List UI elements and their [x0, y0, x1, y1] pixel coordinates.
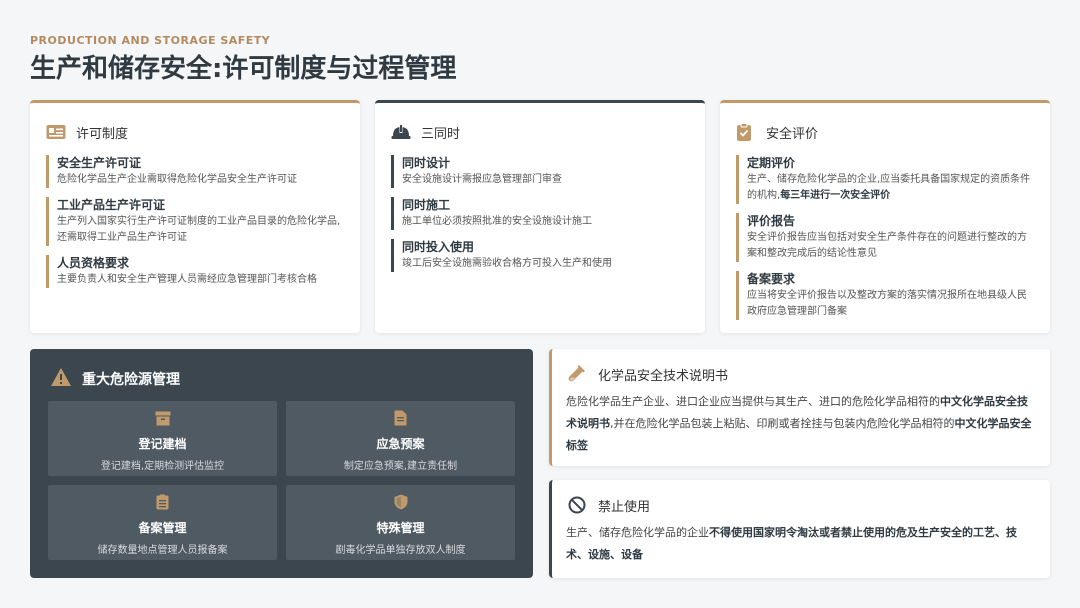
list-item: 定期评价 生产、储存危险化学品的企业,应当委托具备国家规定的资质条件的机构,每三…: [736, 155, 1034, 204]
hazard-panel: 重大危险源管理 登记建档 登记建档,定期检测评估监控 应急预案 制定应急预案,建…: [30, 349, 533, 578]
warning-icon: [50, 367, 72, 391]
cell-desc: 储存数量地点管理人员报备案: [97, 545, 228, 556]
msds-text: 危险化学品生产企业、进口企业应当提供与其生产、进口的危险化学品相符的: [566, 395, 940, 408]
item-title: 同时施工: [402, 198, 451, 212]
ban-icon: [568, 496, 588, 514]
document-icon: [394, 409, 407, 427]
subtitle: PRODUCTION AND STORAGE SAFETY: [30, 34, 271, 47]
msds-title: 化学品安全技术说明书: [598, 368, 729, 384]
id-card-icon: [46, 123, 66, 141]
cell-title: 特殊管理: [376, 521, 425, 535]
test-tube-icon: [568, 365, 588, 383]
item-title: 人员资格要求: [57, 256, 130, 270]
list-item: 同时设计 安全设施设计需报应急管理部门审查: [391, 155, 689, 188]
hazard-cell: 特殊管理 剧毒化学品单独存放双人制度: [286, 485, 515, 560]
item-desc: 生产、储存危险化学品的企业,应当委托具备国家规定的资质条件的机构,每三年进行一次…: [747, 172, 1034, 204]
archive-box-icon: [155, 409, 171, 427]
item-desc: 生产列入国家实行生产许可证制度的工业产品目录的危险化学品,还需取得工业产品生产许…: [57, 216, 341, 243]
item-desc: 竣工后安全设施需验收合格方可投入生产和使用: [402, 258, 612, 269]
three-card: 三同时 同时设计 安全设施设计需报应急管理部门审查 同时施工 施工单位必须按照批…: [375, 100, 705, 333]
three-title: 三同时: [421, 126, 461, 142]
shield-icon: [394, 493, 408, 511]
clipboard-check-icon: [736, 123, 756, 141]
cell-desc: 剧毒化学品单独存放双人制度: [335, 545, 466, 556]
item-desc: 安全设施设计需报应急管理部门审查: [402, 174, 562, 185]
page-title: 生产和储存安全:许可制度与过程管理: [30, 54, 457, 84]
item-title: 工业产品生产许可证: [57, 198, 166, 212]
msds-card: 化学品安全技术说明书 危险化学品生产企业、进口企业应当提供与其生产、进口的危险化…: [549, 349, 1050, 466]
cell-title: 登记建档: [138, 437, 187, 451]
file-list-icon: [156, 493, 169, 511]
item-title: 评价报告: [747, 214, 796, 228]
license-title: 许可制度: [76, 126, 129, 142]
item-desc: 主要负责人和安全生产管理人员需经应急管理部门考核合格: [57, 274, 317, 285]
hazard-cell: 登记建档 登记建档,定期检测评估监控: [48, 401, 277, 476]
hazard-cell: 应急预案 制定应急预案,建立责任制: [286, 401, 515, 476]
evaluation-title: 安全评价: [766, 126, 819, 142]
hazard-title: 重大危险源管理: [82, 372, 180, 388]
item-desc-bold: 每三年进行一次安全评价: [780, 190, 891, 201]
cell-title: 备案管理: [138, 521, 187, 535]
list-item: 备案要求 应当将安全评价报告以及整改方案的落实情况报所在地县级人民政府应急管理部…: [736, 271, 1034, 320]
item-title: 同时投入使用: [402, 240, 475, 254]
ban-body: 生产、储存危险化学品的企业不得使用国家明令淘汰或者禁止使用的危及生产安全的工艺、…: [552, 516, 1050, 566]
evaluation-card: 安全评价 定期评价 生产、储存危险化学品的企业,应当委托具备国家规定的资质条件的…: [720, 100, 1050, 333]
list-item: 评价报告 安全评价报告应当包括对安全生产条件存在的问题进行整改的方案和整改完成后…: [736, 213, 1034, 262]
list-item: 安全生产许可证 危险化学品生产企业需取得危险化学品安全生产许可证: [46, 155, 344, 188]
cell-desc: 登记建档,定期检测评估监控: [100, 461, 225, 472]
hard-hat-icon: [391, 123, 411, 141]
license-card: 许可制度 安全生产许可证 危险化学品生产企业需取得危险化学品安全生产许可证 工业…: [30, 100, 360, 333]
item-title: 定期评价: [747, 156, 796, 170]
ban-text: 生产、储存危险化学品的企业: [566, 526, 709, 539]
item-desc: 施工单位必须按照批准的安全设施设计施工: [402, 216, 592, 227]
item-desc: 安全评价报告应当包括对安全生产条件存在的问题进行整改的方案和整改完成后的结论性意…: [747, 232, 1027, 259]
list-item: 同时施工 施工单位必须按照批准的安全设施设计施工: [391, 197, 689, 230]
msds-body: 危险化学品生产企业、进口企业应当提供与其生产、进口的危险化学品相符的中文化学品安…: [552, 385, 1050, 457]
ban-title: 禁止使用: [598, 499, 651, 515]
item-title: 同时设计: [402, 156, 451, 170]
list-item: 同时投入使用 竣工后安全设施需验收合格方可投入生产和使用: [391, 239, 689, 272]
item-desc: 危险化学品生产企业需取得危险化学品安全生产许可证: [57, 174, 297, 185]
cell-title: 应急预案: [376, 437, 425, 451]
list-item: 工业产品生产许可证 生产列入国家实行生产许可证制度的工业产品目录的危险化学品,还…: [46, 197, 344, 246]
ban-card: 禁止使用 生产、储存危险化学品的企业不得使用国家明令淘汰或者禁止使用的危及生产安…: [549, 480, 1050, 578]
item-desc: 应当将安全评价报告以及整改方案的落实情况报所在地县级人民政府应急管理部门备案: [747, 290, 1027, 317]
hazard-cell: 备案管理 储存数量地点管理人员报备案: [48, 485, 277, 560]
msds-text: ,并在危险化学品包装上粘贴、印刷或者拴挂与包装内危险化学品相符的: [610, 417, 955, 430]
item-title: 安全生产许可证: [57, 156, 142, 170]
list-item: 人员资格要求 主要负责人和安全生产管理人员需经应急管理部门考核合格: [46, 255, 344, 288]
item-title: 备案要求: [747, 272, 796, 286]
cell-desc: 制定应急预案,建立责任制: [343, 461, 458, 472]
